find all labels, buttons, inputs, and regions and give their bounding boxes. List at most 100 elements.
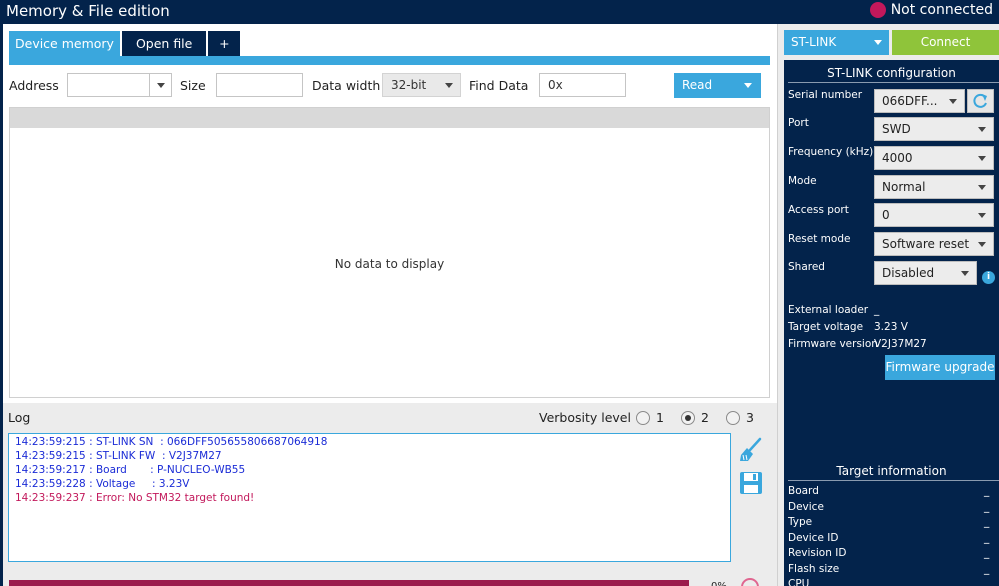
chevron-down-icon [949,99,957,104]
divider [788,82,999,83]
port-label: Port [788,117,809,129]
ti-flash-size-value: _ [984,563,990,575]
ti-device-id-value: _ [984,532,990,544]
ti-type-label: Type [788,516,813,528]
target-info-title: Target information [836,464,947,478]
mode-value: Normal [882,180,926,194]
serial-number-select[interactable]: 066DFF... [874,89,965,113]
verbosity-option-3: 3 [746,410,754,425]
probe-select-value: ST-LINK [791,35,837,49]
reset-mode-value: Software reset [882,237,970,251]
ti-revision-id-label: Revision ID [788,547,847,559]
verbosity-option-2: 2 [701,410,709,425]
external-loader-label: External loader [788,304,869,316]
serial-number-label: Serial number [788,89,863,101]
data-width-label: Data width [312,78,381,93]
probe-select[interactable]: ST-LINK [784,30,889,55]
log-line: 14:23:59:215 : ST-LINK FW : V2J37M27 [15,450,222,462]
shared-label: Shared [788,261,825,273]
tab-open-file[interactable]: Open file [121,31,207,57]
connect-button[interactable]: Connect [892,30,999,55]
access-port-label: Access port [788,204,849,216]
data-width-select[interactable]: 32-bit [382,73,461,97]
ti-board-value: _ [984,485,990,497]
ti-device-label: Device [788,501,824,513]
chevron-down-icon [978,156,986,161]
verbosity-radio-3[interactable] [726,411,740,425]
refresh-icon [973,93,987,108]
log-line-error: 14:23:59:237 : Error: No STM32 target fo… [15,492,255,504]
target-voltage-label: Target voltage [788,321,864,333]
external-loader-value: _ [874,304,880,316]
log-line: 14:23:59:215 : ST-LINK SN : 066DFF505655… [15,436,328,448]
access-port-value: 0 [882,208,890,222]
empty-state-text: No data to display [334,257,445,271]
ti-cpu-value: _ [984,578,990,586]
verbosity-radio-2[interactable] [681,411,695,425]
save-icon[interactable] [739,471,763,495]
tab-bar: Device memory Open file + [9,31,242,57]
log-line: 14:23:59:228 : Voltage : 3.23V [15,478,190,490]
ti-revision-id-value: _ [984,547,990,559]
ti-flash-size-label: Flash size [788,563,840,575]
config-title: ST-LINK configuration [827,66,956,80]
port-select[interactable]: SWD [874,117,994,141]
tab-device-memory[interactable]: Device memory [9,31,120,57]
address-label: Address [9,78,59,93]
reset-mode-label: Reset mode [788,233,851,245]
access-port-select[interactable]: 0 [874,203,994,227]
ti-cpu-label: CPU [788,578,810,586]
size-input[interactable] [216,73,303,97]
find-data-input[interactable]: 0x [539,73,626,97]
ti-device-id-label: Device ID [788,532,839,544]
tab-add[interactable]: + [208,31,241,57]
chevron-down-icon [744,83,752,88]
size-label: Size [180,78,206,93]
data-width-value: 32-bit [391,78,427,92]
connection-status: Not connected [869,2,993,18]
read-button[interactable]: Read [674,73,761,98]
address-combo[interactable] [67,73,172,97]
refresh-button[interactable] [967,89,994,113]
verbosity-label: Verbosity level [539,410,631,425]
broom-icon[interactable] [738,437,764,463]
firmware-version-value: V2J37M27 [874,338,927,350]
progress-percent: 0% [711,581,727,586]
ti-device-value: _ [984,501,990,513]
grid-header [10,108,769,128]
read-button-label: Read [682,78,713,92]
progress-bar [9,580,689,586]
log-line: 14:23:59:217 : Board : P-NUCLEO-WB55 [15,464,246,476]
verbosity-radio-1[interactable] [636,411,650,425]
chevron-down-icon [978,242,986,247]
chevron-down-icon [157,83,165,88]
mode-select[interactable]: Normal [874,175,994,199]
info-icon[interactable]: i [982,271,995,284]
frequency-value: 4000 [882,151,913,165]
memory-data-grid[interactable]: No data to display [9,107,770,398]
port-value: SWD [882,122,911,136]
chevron-down-icon [978,127,986,132]
window-title: Memory & File edition [6,2,170,20]
status-dot-icon [869,2,886,18]
frequency-select[interactable]: 4000 [874,146,994,170]
tab-underline [9,56,770,65]
connection-status-text: Not connected [890,2,993,18]
divider [788,480,999,481]
firmware-upgrade-button[interactable]: Firmware upgrade [885,355,995,380]
target-voltage-value: 3.23 V [874,321,908,333]
verbosity-option-1: 1 [656,410,664,425]
chevron-down-icon [978,185,986,190]
serial-number-value: 066DFF... [882,94,938,108]
title-bar: Memory & File edition Not connected [0,0,999,24]
chevron-down-icon [874,40,882,45]
ti-board-label: Board [788,485,819,497]
chevron-down-icon [961,271,969,276]
log-output[interactable]: 14:23:59:215 : ST-LINK SN : 066DFF505655… [8,433,731,562]
shared-select[interactable]: Disabled [874,261,977,285]
find-data-label: Find Data [469,78,529,93]
log-title: Log [8,410,31,425]
shared-value: Disabled [882,266,935,280]
address-dropdown-button[interactable] [149,74,171,96]
reset-mode-select[interactable]: Software reset [874,232,994,256]
